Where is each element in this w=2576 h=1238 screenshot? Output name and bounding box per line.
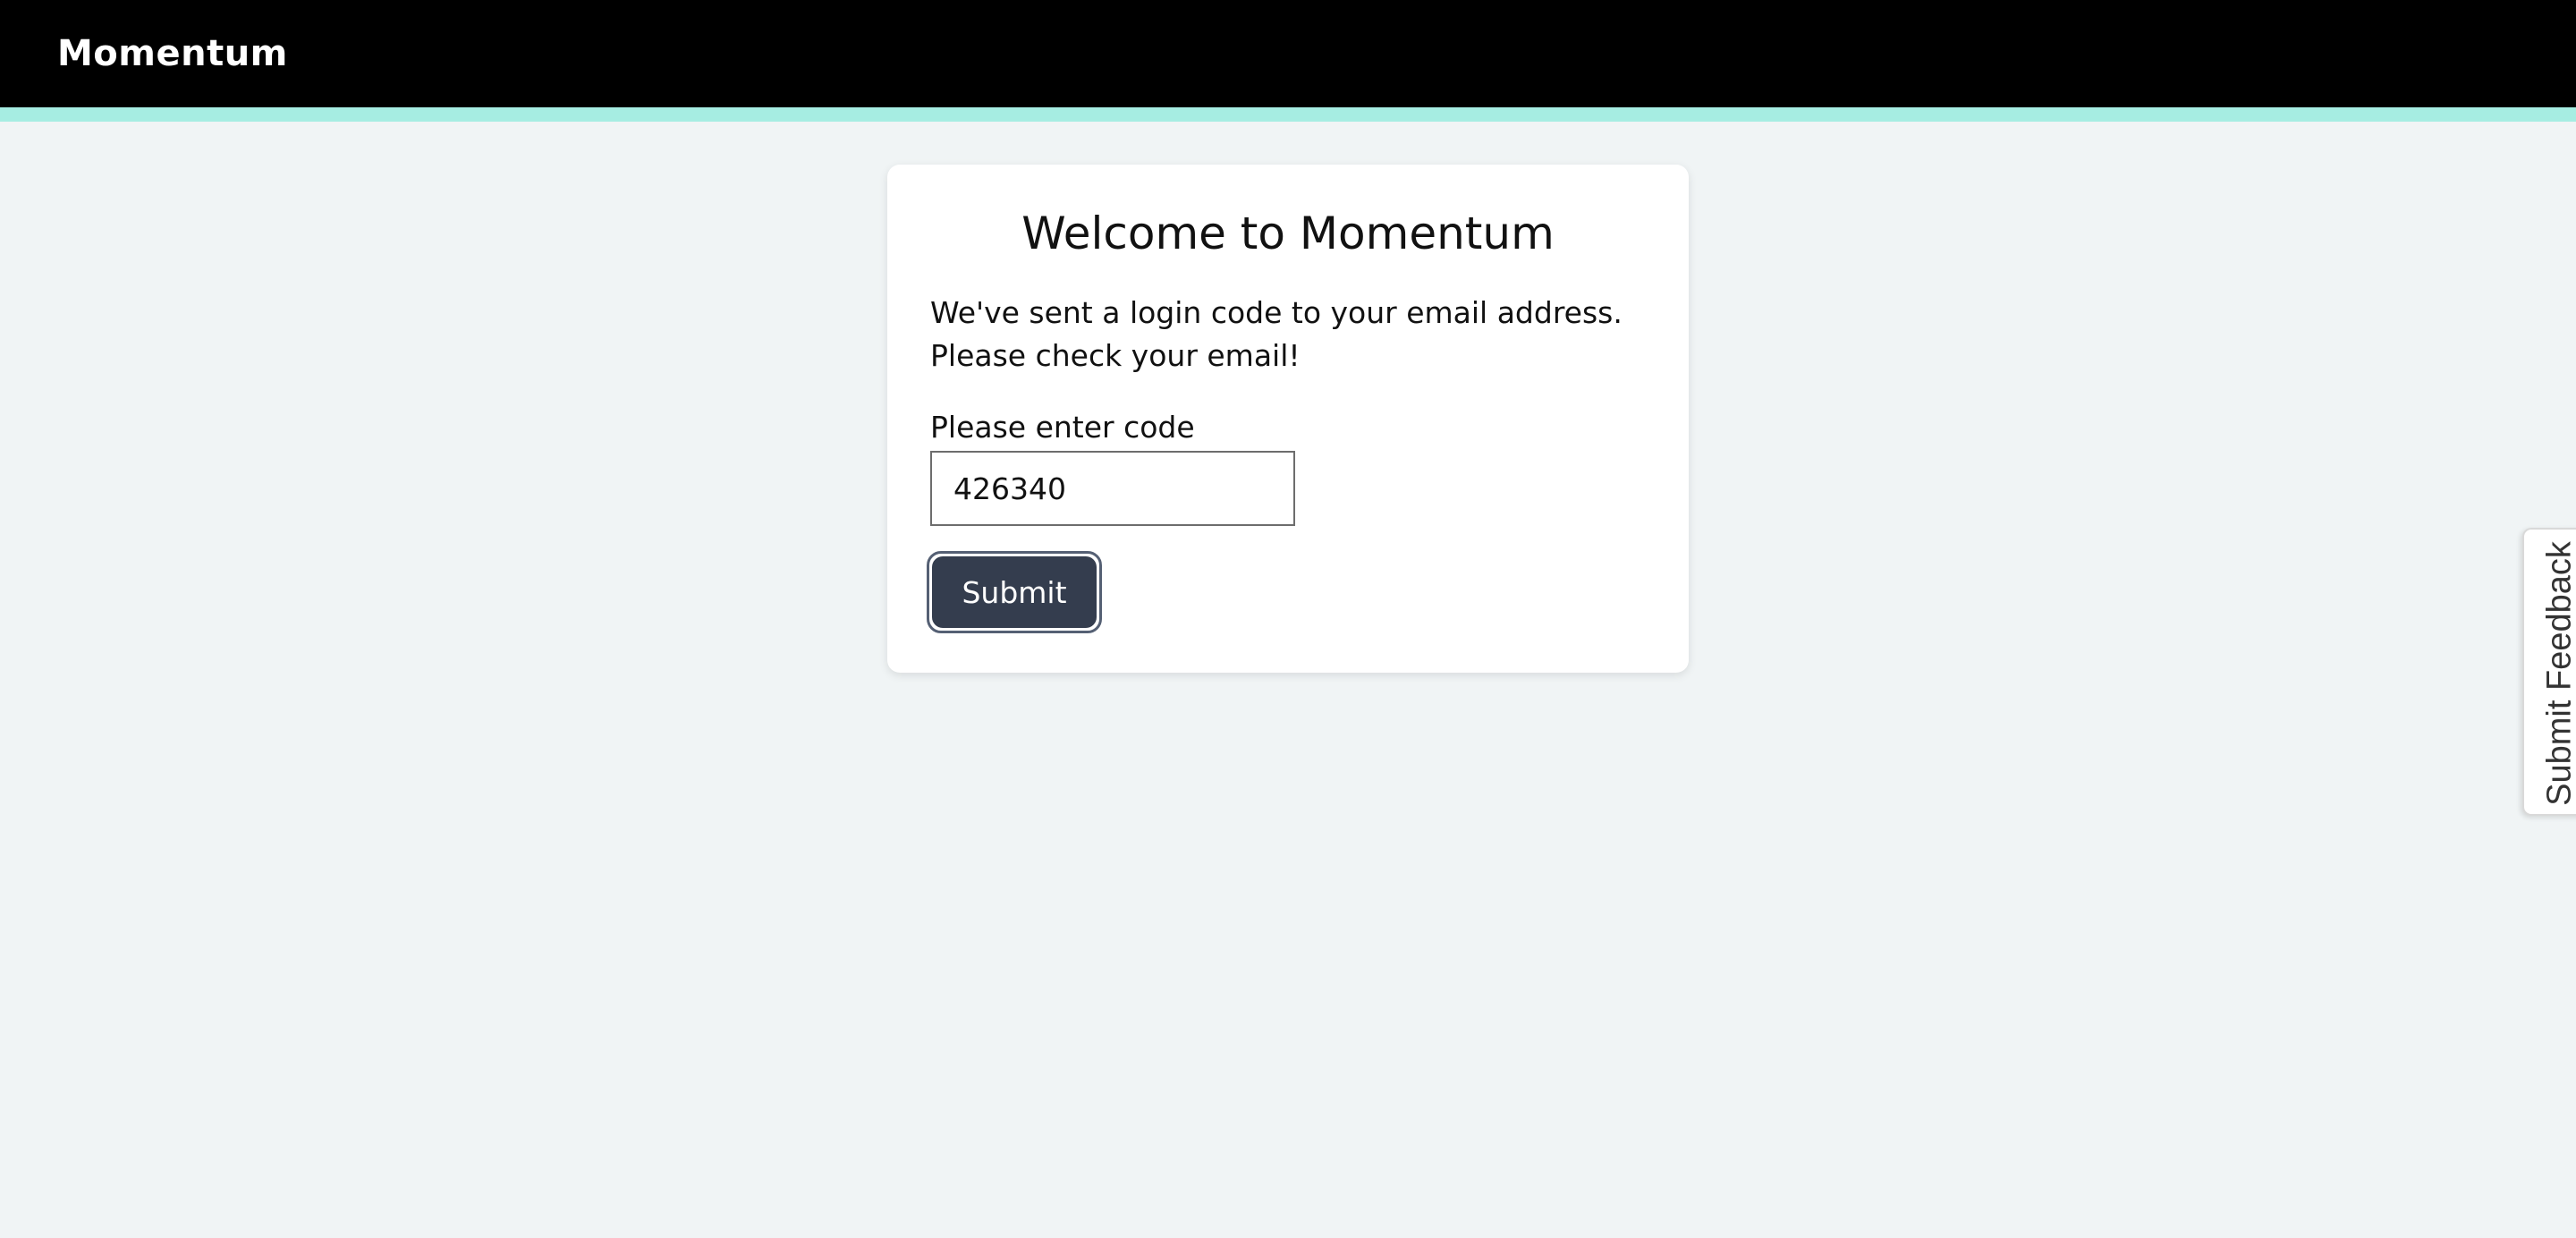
- page-title: Welcome to Momentum: [1021, 208, 1555, 259]
- submit-feedback-label: Submit Feedback: [2540, 541, 2576, 806]
- submit-feedback-tab[interactable]: Submit Feedback: [2522, 528, 2576, 816]
- login-code-input[interactable]: [930, 451, 1295, 526]
- submit-button-focus-ring: Submit: [927, 551, 1102, 633]
- brand-logo-text[interactable]: Momentum: [57, 0, 288, 107]
- submit-button[interactable]: Submit: [932, 556, 1097, 628]
- login-code-message: We've sent a login code to your email ad…: [930, 295, 1623, 373]
- code-field-label: Please enter code: [930, 410, 1195, 445]
- top-navigation-bar: Momentum: [0, 0, 2576, 107]
- accent-stripe: [0, 107, 2576, 122]
- login-card: Welcome to Momentum We've sent a login c…: [887, 165, 1689, 673]
